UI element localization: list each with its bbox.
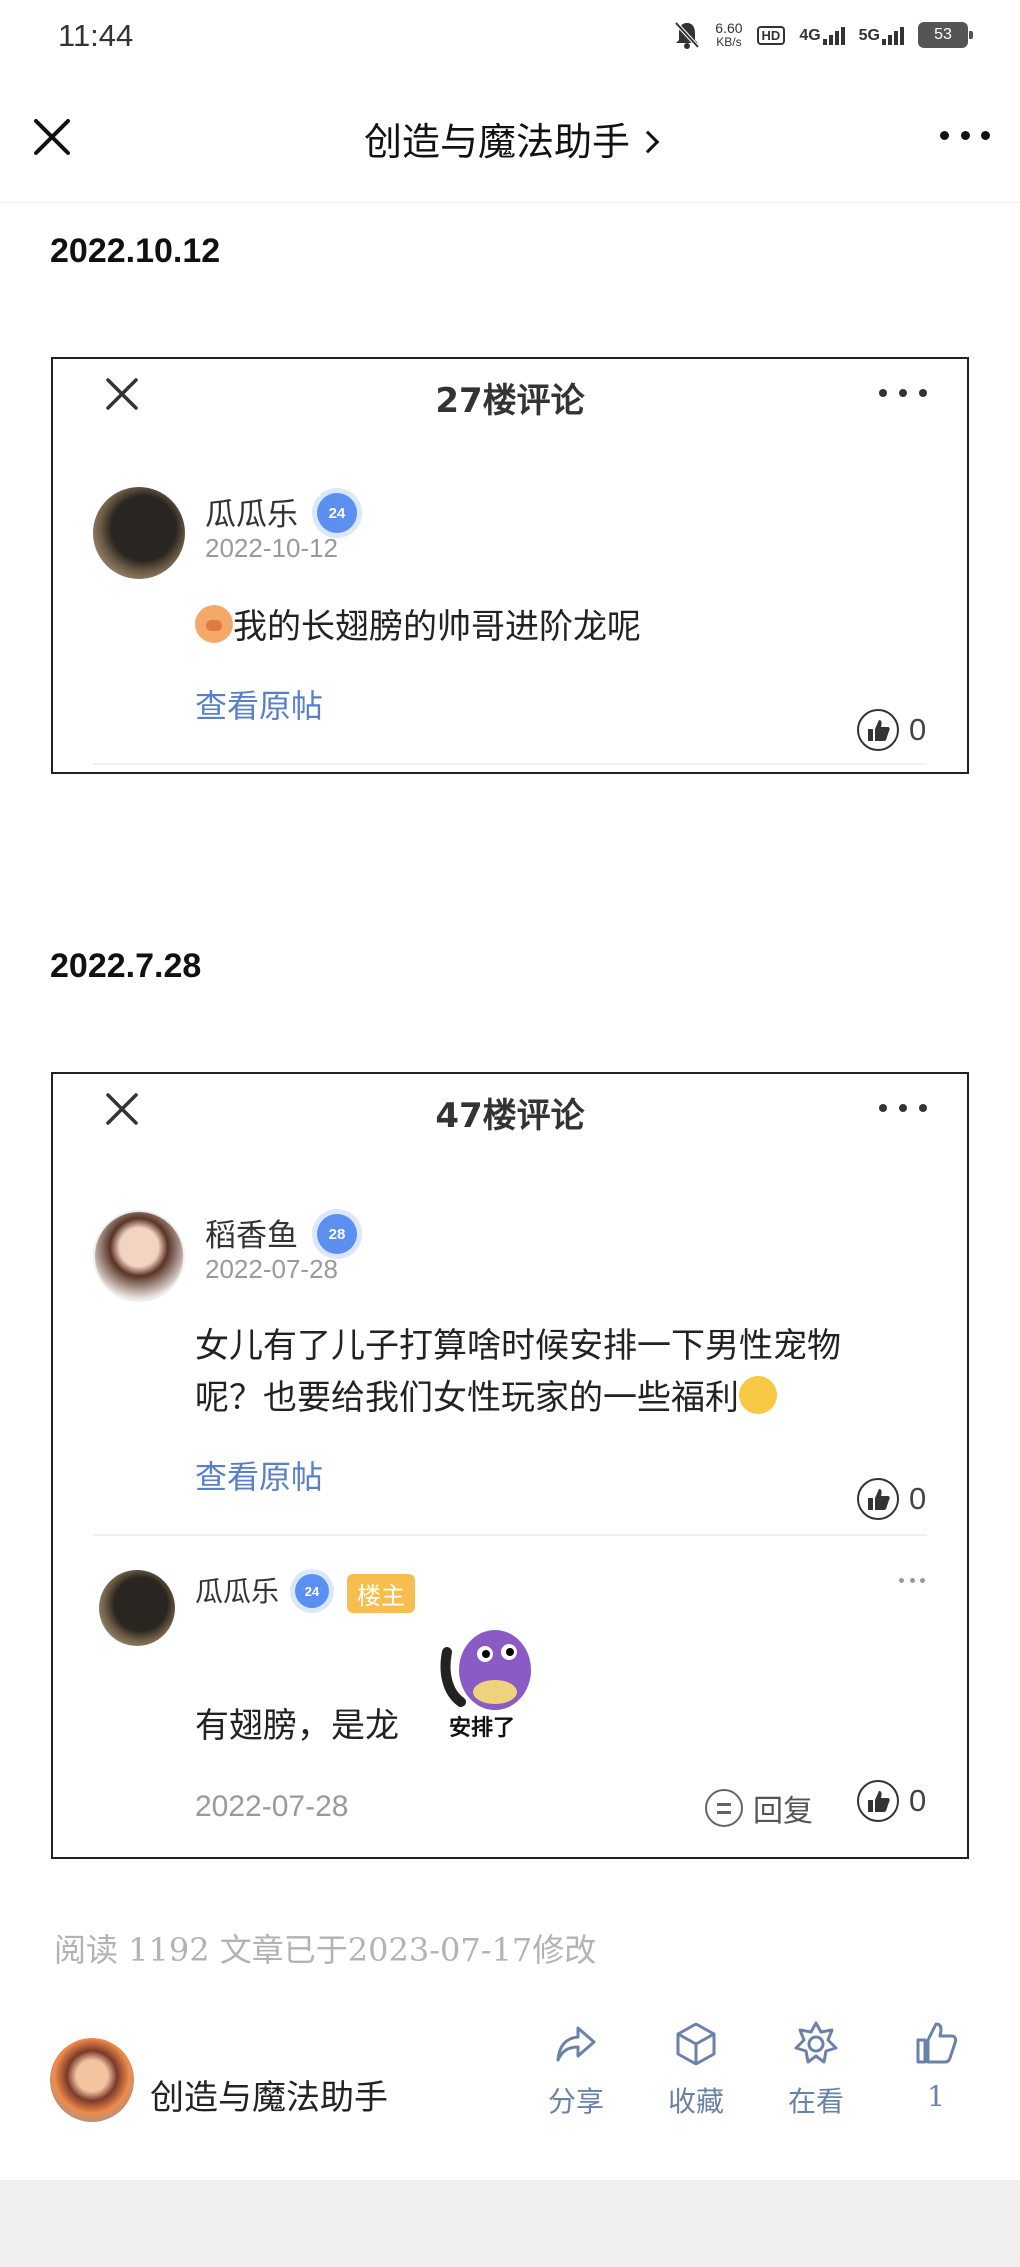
chevron-right-icon [636, 130, 660, 154]
comment-date: 2022-07-28 [205, 1254, 338, 1284]
like-count: 0 [909, 1481, 927, 1516]
page-title: 创造与魔法助手 [363, 120, 630, 164]
comment-text: 我的长翅膀的帅哥进阶龙呢 [195, 601, 641, 653]
author-avatar[interactable] [50, 2038, 134, 2122]
watching-label: 在看 [787, 2085, 844, 2118]
net-speed-unit: KB/s [716, 35, 742, 49]
favorite-button[interactable]: 收藏 [651, 2018, 741, 2120]
like-button[interactable]: 0 [857, 709, 926, 751]
share-button[interactable]: 分享 [531, 2018, 621, 2120]
username: 稻香鱼 [205, 1218, 298, 1254]
comment-date: 2022-10-12 [205, 533, 338, 563]
level-badge: 24 [317, 493, 357, 533]
comment-text: 女儿有了儿子打算啥时候安排一下男性宠物 呢？也要给我们女性玩家的一些福利 [195, 1320, 841, 1424]
sticker-text: 安排了 [447, 1710, 518, 1742]
signal-bars-icon [822, 25, 845, 45]
card-title: 47楼评论 [435, 1096, 585, 1136]
account-title-link[interactable]: 创造与魔法助手 [0, 111, 1020, 166]
thumbs-up-icon [916, 2022, 958, 2064]
hd-label: HD [756, 25, 786, 45]
comment-text-line2: 呢？也要给我们女性玩家的一些福利 [195, 1378, 739, 1418]
status-time: 11:44 [58, 18, 134, 53]
pig-emoji-icon [195, 605, 233, 643]
view-original-link[interactable]: 查看原帖 [195, 681, 323, 727]
author-name[interactable]: 创造与魔法助手 [150, 2070, 388, 2119]
thumbs-up-button[interactable]: 1 [891, 2018, 981, 2113]
reply-text: 有翅膀，是龙 [195, 1706, 399, 1746]
reply-date: 2022-07-28 [195, 1790, 349, 1823]
share-label: 分享 [547, 2085, 604, 2118]
view-original-link[interactable]: 查看原帖 [195, 1452, 323, 1498]
level-badge: 24 [295, 1574, 329, 1608]
like-button[interactable]: 0 [857, 1478, 926, 1520]
section-date: 2022.10.12 [50, 232, 221, 270]
sticker-dinosaur-icon: 安排了 [433, 1622, 543, 1742]
thinking-emoji-icon [739, 1376, 777, 1414]
thumbs-up-icon [857, 1478, 899, 1520]
favorite-box-icon [676, 2022, 716, 2066]
like-count: 0 [909, 712, 927, 747]
signal-5g-label: 5G [858, 27, 880, 44]
signal-bars-icon [882, 25, 904, 45]
reply-more-icon[interactable] [899, 1578, 925, 1584]
like-count-label: 1 [927, 2080, 945, 2113]
avatar [93, 1210, 185, 1302]
read-info: 阅读 1192 文章已于2023-07-17修改 [54, 1931, 597, 1969]
section-date: 2022.7.28 [50, 947, 202, 985]
net-speed-value: 6.60 [715, 20, 743, 36]
owner-badge: 楼主 [347, 1574, 415, 1613]
watching-button[interactable]: 在看 [771, 2018, 861, 2120]
signal-5g: 5G [859, 25, 904, 45]
reply-label: 回复 [753, 1794, 813, 1829]
status-bar: 11:44 6.60 KB/s HD 4G 5G 53 [0, 0, 1020, 75]
reply-like-button[interactable]: 0 [857, 1780, 926, 1822]
avatar [93, 487, 185, 579]
reply-avatar [99, 1570, 175, 1646]
net-speed: 6.60 KB/s [715, 21, 742, 49]
bottom-bar-area [0, 2180, 1020, 2267]
comment-text-body: 我的长翅膀的帅哥进阶龙呢 [233, 607, 641, 647]
more-icon [879, 389, 927, 399]
top-nav: 创造与魔法助手 [0, 75, 1020, 203]
like-count: 0 [909, 1783, 927, 1818]
thumbs-up-icon [857, 1780, 899, 1822]
battery-icon: 53 [918, 22, 973, 48]
comment-bubble-icon [705, 1789, 743, 1827]
comment-card: 47楼评论 稻香鱼 28 2022-07-28 女儿有了儿子打算啥时候安排一下男… [51, 1072, 969, 1859]
divider [93, 763, 927, 765]
signal-4g-label: 4G [799, 27, 821, 44]
comment-card: 27楼评论 瓜瓜乐 24 2022-10-12 我的长翅膀的帅哥进阶龙呢 查看原… [51, 357, 969, 774]
reply-username: 瓜瓜乐 [195, 1575, 280, 1608]
card-title: 27楼评论 [435, 381, 585, 421]
more-icon [879, 1104, 927, 1114]
comment-text-line1: 女儿有了儿子打算啥时候安排一下男性宠物 [195, 1326, 841, 1366]
status-icons: 6.60 KB/s HD 4G 5G 53 [673, 20, 973, 50]
favorite-label: 收藏 [667, 2085, 724, 2118]
author-row: 创造与魔法助手 分享 收藏 在看 1 [0, 2018, 1020, 2158]
watching-icon [794, 2021, 838, 2064]
level-badge: 28 [317, 1214, 357, 1254]
mute-bell-icon [674, 21, 700, 49]
reply-button[interactable]: 回复 [705, 1786, 813, 1830]
thumbs-up-icon [857, 709, 899, 751]
signal-4g: 4G [799, 25, 845, 45]
divider [93, 1534, 927, 1536]
more-icon[interactable] [940, 125, 990, 145]
username: 瓜瓜乐 [205, 497, 298, 533]
share-icon [556, 2026, 596, 2062]
